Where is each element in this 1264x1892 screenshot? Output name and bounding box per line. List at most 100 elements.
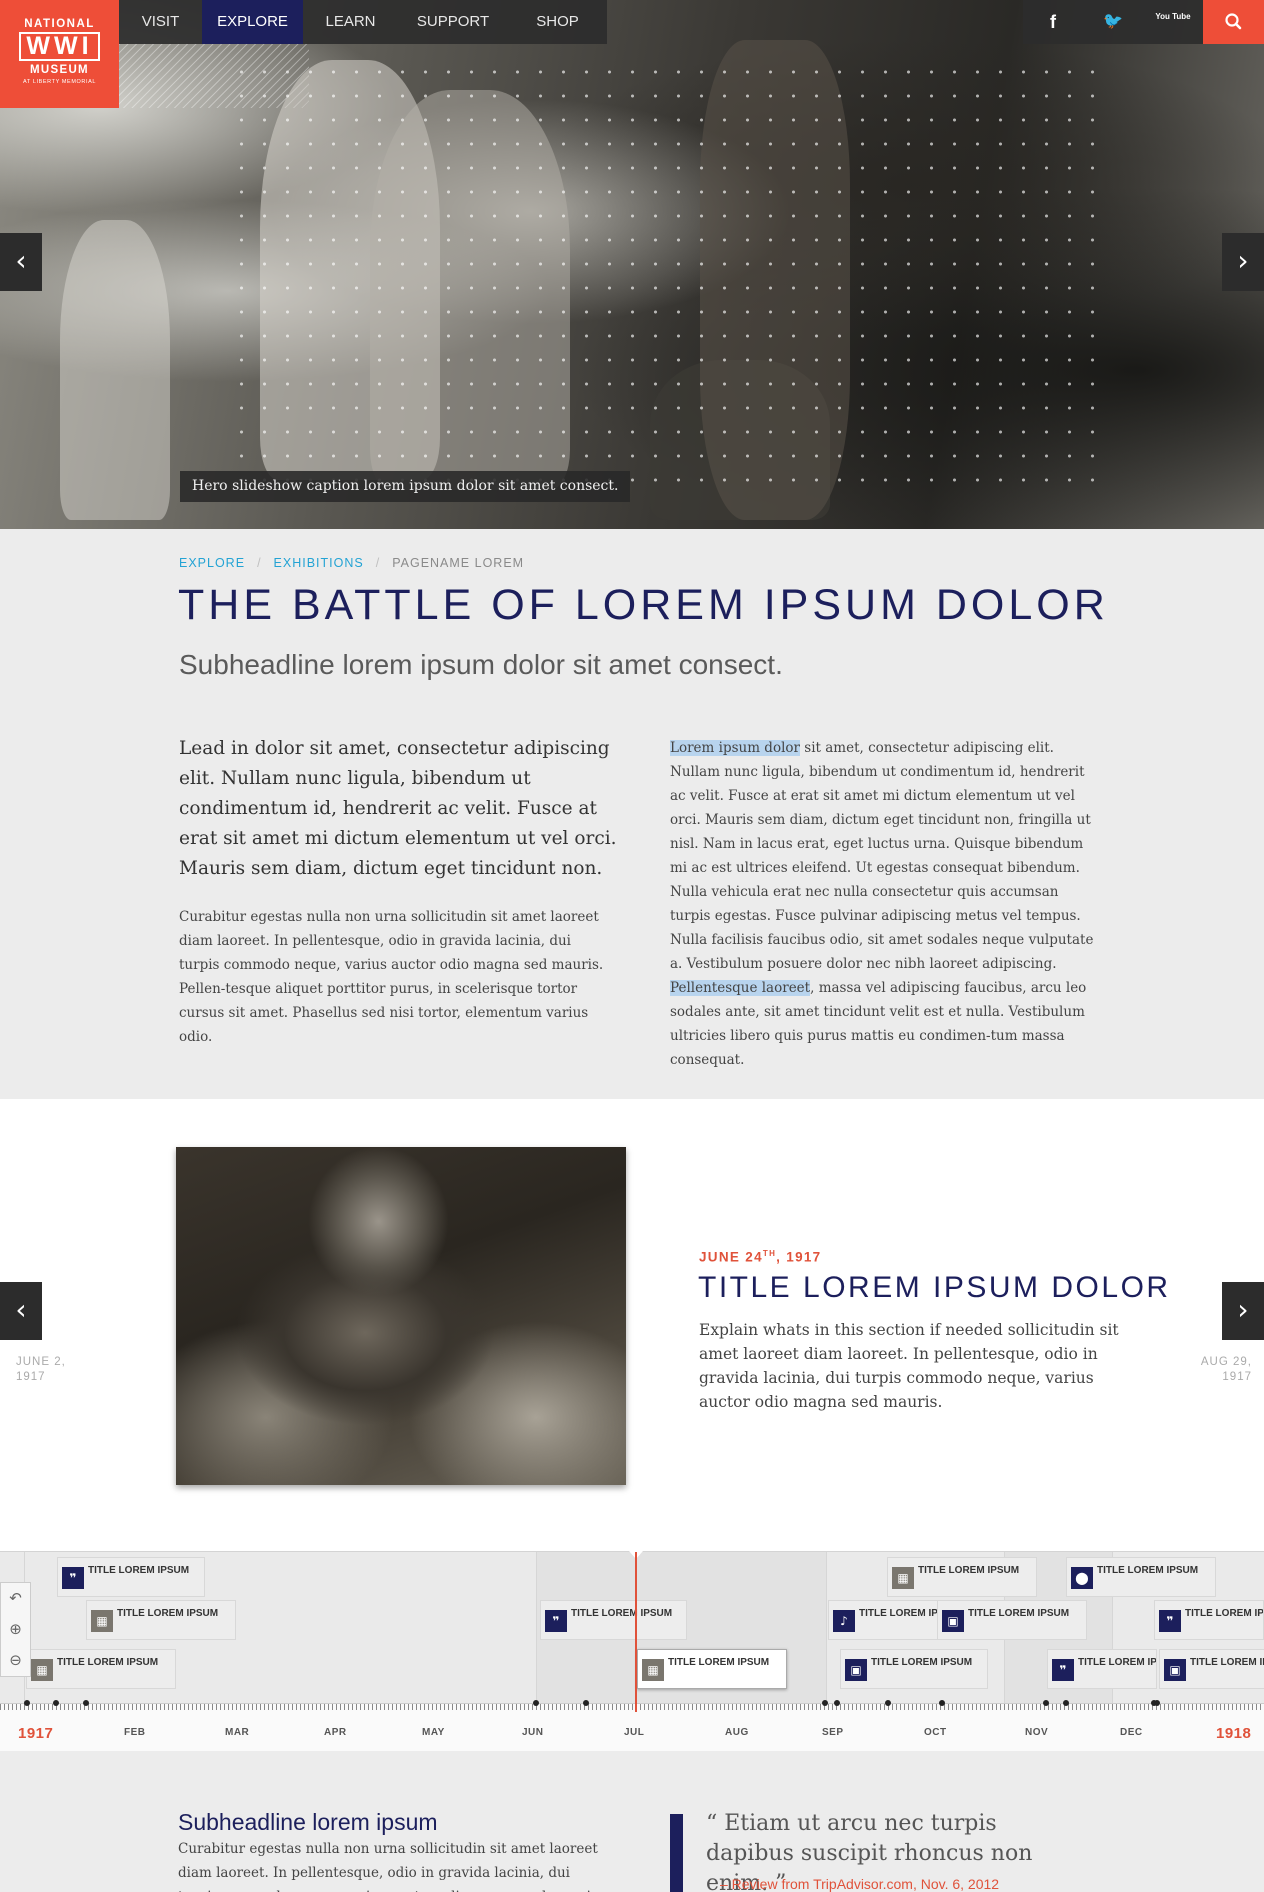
breadcrumb-exhibitions[interactable]: EXHIBITIONS [274, 556, 364, 570]
section-subheadline: Subheadline lorem ipsum [178, 1809, 438, 1835]
museum-logo[interactable]: NATIONAL WWI MUSEUM AT LIBERTY MEMORIAL [0, 0, 119, 108]
timeline-gridline [826, 1552, 827, 1703]
timeline-month-label: APR [324, 1727, 347, 1738]
prev-slide-date[interactable]: JUNE 2, 1917 [16, 1355, 66, 1385]
chevron-right-icon: › [1237, 244, 1249, 277]
hero-dot-overlay [230, 60, 1110, 490]
quote-citation[interactable]: – Review from TripAdvisor.com, Nov. 6, 2… [720, 1876, 999, 1892]
feature-text: Explain whats in this section if needed … [699, 1321, 1119, 1411]
timeline-event-label: TITLE LOREM IPSUM [871, 1657, 973, 1668]
nav-item-visit[interactable]: VISIT [119, 0, 202, 44]
nav-item-support[interactable]: SUPPORT [398, 0, 508, 44]
timeline-event-dot[interactable] [1043, 1700, 1049, 1706]
feature-prev-button[interactable]: ‹ [0, 1282, 42, 1340]
breadcrumb-separator: / [375, 556, 381, 570]
timeline-event-dot[interactable] [53, 1700, 59, 1706]
body-paragraph-left: Curabitur egestas nulla non urna sollici… [179, 909, 604, 1045]
timeline-month-label: OCT [924, 1727, 947, 1738]
timeline-event-card[interactable]: ❞ TITLE LOREM IPSUM [540, 1600, 687, 1640]
quote-icon: ❞ [62, 1567, 84, 1589]
chevron-left-icon: ‹ [15, 244, 27, 277]
timeline-gridline [536, 1552, 537, 1703]
bottom-section: Subheadline lorem ipsum Curabitur egesta… [0, 1751, 1264, 1892]
timeline-event-card[interactable]: ▦ TITLE LOREM IPSUM [887, 1557, 1037, 1597]
timeline-event-dot[interactable] [834, 1700, 840, 1706]
feature-date-suffix: TH [762, 1249, 777, 1258]
next-slide-date[interactable]: AUG 29, 1917 [1200, 1355, 1252, 1385]
timeline-event-dot[interactable] [1154, 1700, 1160, 1706]
quote-icon: ❞ [1052, 1659, 1074, 1681]
page-title: THE BATTLE OF LOREM IPSUM DOLOR [178, 581, 1109, 629]
facebook-icon[interactable]: f [1023, 0, 1083, 44]
timeline-event-card[interactable]: ❞ TITLE LOREM IPSUM [57, 1557, 205, 1597]
zoom-in-icon[interactable]: ⊕ [1, 1614, 30, 1645]
timeline-event-label: TITLE LOREM IPSUM [918, 1565, 1020, 1576]
timeline-event-dot[interactable] [885, 1700, 891, 1706]
timeline-event-label: TITLE LOREM IPSUM [117, 1608, 219, 1619]
nav-item-learn[interactable]: LEARN [303, 0, 398, 44]
timeline-event-card[interactable]: ❞ TITLE LOREM IPS [1047, 1649, 1157, 1689]
hero-photo-figure [60, 220, 170, 520]
nav-item-shop[interactable]: SHOP [508, 0, 607, 44]
quote-icon: ❞ [1159, 1610, 1181, 1632]
search-button[interactable] [1203, 0, 1264, 44]
quote-bar [670, 1814, 683, 1892]
timeline-month-label: JUN [522, 1727, 544, 1738]
timeline-current-marker[interactable] [635, 1552, 637, 1712]
timeline-event-label: TITLE LOREM IPSUM [57, 1657, 159, 1668]
feature-date-day: JUNE 24 [699, 1249, 763, 1265]
timeline-event-dot[interactable] [583, 1700, 589, 1706]
timeline-event-label: TITLE LOREM IPSUM [571, 1608, 673, 1619]
breadcrumb: EXPLORE / EXHIBITIONS / PAGENAME LOREM [179, 556, 524, 570]
photo-icon: ▦ [892, 1567, 914, 1589]
logo-line4: AT LIBERTY MEMORIAL [22, 79, 97, 85]
highlighted-text[interactable]: Lorem ipsum dolor [670, 740, 800, 756]
timeline-event-card[interactable]: ▣ TITLE LOREM IPS [1159, 1649, 1264, 1689]
timeline-event-card[interactable]: ▣ TITLE LOREM IPSUM [937, 1600, 1087, 1640]
timeline-event-label: TITLE LOREM IPS [1190, 1657, 1264, 1668]
photo-icon: ▦ [31, 1659, 53, 1681]
body-text: sit amet, consectetur adipiscing elit. N… [670, 740, 1094, 972]
timeline-year-end: 1918 [1216, 1725, 1252, 1742]
timeline-event-label: TITLE LOREM IPSUM [1097, 1565, 1199, 1576]
timeline-event-dot[interactable] [24, 1700, 30, 1706]
highlighted-text[interactable]: Pellentesque laoreet [670, 980, 811, 996]
timeline-month-label: FEB [124, 1727, 146, 1738]
breadcrumb-separator: / [257, 556, 262, 570]
zoom-out-icon[interactable]: ⊖ [1, 1645, 30, 1676]
timeline-event-card[interactable]: ♪ TITLE LOREM IPS [828, 1600, 938, 1640]
nav-item-explore[interactable]: EXPLORE [202, 0, 303, 44]
feature-photo [176, 1147, 626, 1485]
undo-icon[interactable]: ↶ [1, 1583, 30, 1614]
breadcrumb-explore[interactable]: EXPLORE [179, 556, 245, 570]
page-subheadline: Subheadline lorem ipsum dolor sit amet c… [179, 649, 783, 680]
timeline-event-dot[interactable] [1063, 1700, 1069, 1706]
timeline-event-label: TITLE LOREM IPSUM [968, 1608, 1070, 1619]
chevron-right-icon: › [1237, 1293, 1249, 1326]
twitter-icon[interactable]: 🐦 [1083, 0, 1143, 44]
timeline-event-dot[interactable] [533, 1700, 539, 1706]
timeline-month-label: SEP [822, 1727, 844, 1738]
lead-paragraph: Lead in dolor sit amet, consectetur adip… [179, 738, 617, 879]
timeline-event-dot[interactable] [939, 1700, 945, 1706]
search-icon [1225, 13, 1242, 30]
timeline-event-card[interactable]: ▦ TITLE LOREM IPSUM [637, 1649, 787, 1689]
body-paragraph-right: Lorem ipsum dolor sit amet, consectetur … [670, 736, 1100, 1072]
feature-date-year: , 1917 [776, 1249, 822, 1265]
timeline-event-label: TITLE LOREM IPS [1185, 1608, 1264, 1619]
timeline-event-card[interactable]: ▦ TITLE LOREM IPSUM [26, 1649, 176, 1689]
timeline-event-card[interactable]: ▣ TITLE LOREM IPSUM [840, 1649, 988, 1689]
ticket-icon: ▣ [942, 1610, 964, 1632]
timeline-zoom-tools: ↶ ⊕ ⊖ [0, 1582, 31, 1677]
timeline-event-card[interactable]: ❞ TITLE LOREM IPS [1154, 1600, 1264, 1640]
timeline-event-dot[interactable] [822, 1700, 828, 1706]
hero-next-button[interactable]: › [1222, 233, 1264, 291]
timeline-axis: 1917 FEB MAR APR MAY JUN JUL AUG SEP OCT NOV DEC 1… [0, 1700, 1264, 1752]
youtube-icon[interactable]: You Tube [1143, 0, 1203, 44]
timeline-event-card[interactable]: ⬤ TITLE LOREM IPSUM [1066, 1557, 1216, 1597]
hero-prev-button[interactable]: ‹ [0, 233, 42, 291]
timeline-ticks [0, 1704, 1264, 1710]
feature-next-button[interactable]: › [1222, 1282, 1264, 1340]
timeline-event-card[interactable]: ▦ TITLE LOREM IPSUM [86, 1600, 236, 1640]
timeline-event-dot[interactable] [83, 1700, 89, 1706]
